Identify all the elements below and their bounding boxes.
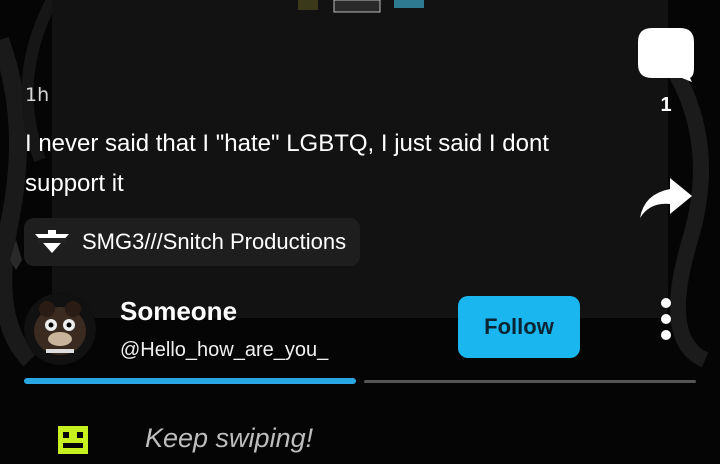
swipe-hint-icon xyxy=(58,426,88,454)
pixel-art-image xyxy=(298,0,424,13)
snitch-logo-icon xyxy=(35,230,69,253)
user-handle[interactable]: @Hello_how_are_you_ xyxy=(120,339,328,362)
follow-button[interactable]: Follow xyxy=(458,296,580,358)
post-caption: I never said that I "hate" LGBTQ, I just… xyxy=(25,130,549,197)
comment-icon[interactable] xyxy=(636,26,696,84)
swipe-hint-text: Keep swiping! xyxy=(145,423,314,453)
more-options-icon[interactable] xyxy=(650,294,682,344)
user-name[interactable]: Someone xyxy=(120,296,237,327)
source-chip[interactable]: SMG3///Snitch Productions xyxy=(24,218,361,266)
avatar-image xyxy=(24,293,96,365)
post-time: 1h xyxy=(25,84,50,106)
next-progress-track xyxy=(364,380,696,383)
progress-bar xyxy=(24,378,356,384)
share-icon[interactable] xyxy=(638,176,694,220)
comment-count: 1 xyxy=(660,94,672,116)
avatar[interactable] xyxy=(24,293,96,365)
source-label: SMG3///Snitch Productions xyxy=(82,229,347,254)
